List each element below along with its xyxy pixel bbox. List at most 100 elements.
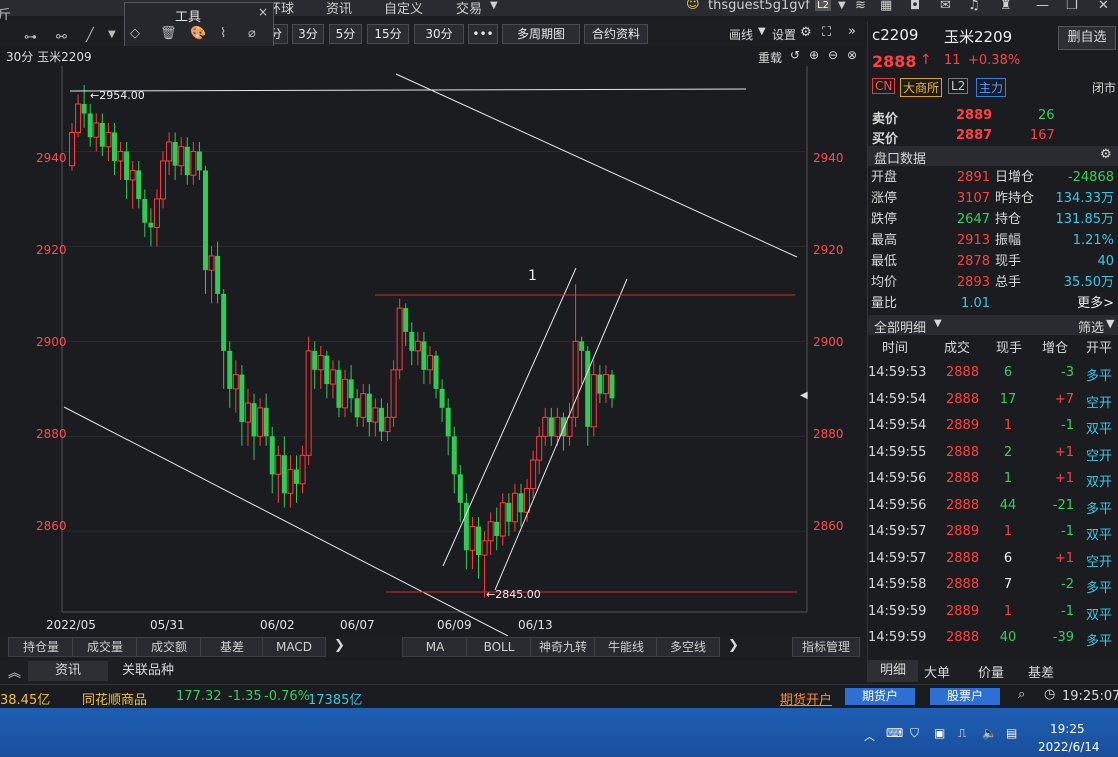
stock-account-button[interactable]: 股票户 <box>930 688 1000 705</box>
candle-body <box>476 526 482 556</box>
table-row[interactable]: 14:59:57 2888 6 +1 空开 <box>868 548 1118 572</box>
table-row[interactable]: 14:59:57 2889 1 -1 双平 <box>868 521 1118 545</box>
table-row[interactable]: 14:59:59 2888 40 -39 多平 <box>868 627 1118 651</box>
candle-body <box>117 150 124 162</box>
table-cell: 2888 <box>946 630 980 645</box>
tab-big-orders[interactable]: 大单 <box>924 662 950 681</box>
grid-icon[interactable]: ▦ <box>880 0 892 13</box>
more-link[interactable]: 更多> <box>1038 294 1114 314</box>
table-cell: 7 <box>1003 577 1013 592</box>
stat-label: 涨停 <box>871 191 898 206</box>
table-row[interactable]: 14:59:54 2888 17 +7 空开 <box>868 389 1118 413</box>
table-row[interactable]: 14:59:53 2888 6 -3 多平 <box>868 362 1118 386</box>
delete-favorite-button[interactable]: 删自选 <box>1058 26 1116 50</box>
show-hidden-icon[interactable]: ︿ <box>864 728 875 744</box>
tab-volume[interactable]: 成交量 <box>72 637 138 657</box>
indicator-manage-button[interactable]: 指标管理 <box>792 637 860 657</box>
candle-body <box>554 416 561 437</box>
y-tick-left: 2920 <box>36 243 67 257</box>
chevron-right-icon[interactable]: ❯ <box>334 638 345 653</box>
bell-icon[interactable]: ♫ <box>968 0 980 13</box>
high-price-label: ←2954.00 <box>90 89 145 102</box>
table-row[interactable]: 14:59:58 2888 7 -2 多平 <box>868 574 1118 598</box>
table-cell: 2888 <box>946 444 980 460</box>
detail-header: 全部明细 ▼ 筛选 ▼ <box>868 315 1118 336</box>
windows-taskbar: ︿ ⌨ ⛉ ▣ ⎍ 🔈 ▤ 19:25 2022/6/14 <box>0 708 1118 757</box>
table-cell: 6 <box>1003 550 1013 566</box>
lower-trend-line <box>63 406 509 636</box>
candle-body <box>585 350 591 427</box>
x-tick: 06/07 <box>340 618 375 632</box>
shield-icon[interactable]: ⛉ <box>910 726 919 741</box>
candle-body <box>215 255 221 294</box>
table-row[interactable]: 14:59:54 2889 1 -1 双平 <box>868 415 1118 439</box>
filter-icon[interactable]: ▼ <box>1106 317 1114 330</box>
stat-value: -24868 <box>1067 170 1114 185</box>
right-tabs: 明细 大单 价量 基差 <box>868 660 1118 682</box>
tab-bull-line[interactable]: 牛能线 <box>594 637 658 657</box>
close-icon[interactable]: ✕ <box>1098 0 1109 13</box>
mail-icon[interactable]: ✉ <box>940 0 951 13</box>
candle-body <box>221 293 227 351</box>
minimize-icon[interactable]: — <box>1036 0 1049 13</box>
table-cell: 6 <box>1003 365 1013 380</box>
tab-boll[interactable]: BOLL <box>466 637 532 657</box>
keyboard-icon[interactable]: ⌨ <box>886 726 903 740</box>
tab-detail[interactable]: 明细 <box>868 660 918 682</box>
chevron-right-icon[interactable]: ❯ <box>728 638 739 653</box>
futures-account-button[interactable]: 期货户 <box>845 688 915 705</box>
stat-label: 昨持仓 <box>995 191 1035 206</box>
cn-tag: CN <box>872 78 896 94</box>
candle-body <box>348 379 354 399</box>
detail-title[interactable]: 全部明细 <box>874 317 926 336</box>
tab-open-interest[interactable]: 持仓量 <box>8 637 74 657</box>
notification-icon[interactable]: ▤ <box>1006 726 1017 740</box>
network-icon[interactable]: ⎍ <box>958 726 966 741</box>
volume-icon[interactable]: 🔈 <box>982 726 997 740</box>
filter-label[interactable]: 筛选 <box>1078 317 1104 336</box>
tab-basis[interactable]: 基差 <box>200 637 264 657</box>
chevron-down-icon[interactable]: ▼ <box>934 318 942 329</box>
candle-body <box>372 407 379 423</box>
high-horizontal-line <box>69 88 747 92</box>
stat-label: 量比 <box>871 296 898 311</box>
tab-basis-right[interactable]: 基差 <box>1028 662 1054 681</box>
tab-price-volume[interactable]: 价量 <box>978 662 1004 681</box>
candle-body <box>548 417 554 437</box>
candle-body <box>153 198 160 228</box>
table-row[interactable]: 14:59:55 2888 2 +1 空开 <box>868 442 1118 466</box>
taskbar-date: 2022/6/14 <box>1038 740 1100 754</box>
tab-td9[interactable]: 神奇九转 <box>530 637 596 657</box>
candle-body <box>506 502 512 522</box>
table-cell: 2888 <box>946 550 980 566</box>
restore-icon[interactable]: ❐ <box>1066 0 1078 13</box>
status-time: 19:25:07 <box>1062 689 1118 704</box>
tab-macd[interactable]: MACD <box>262 637 326 657</box>
promo-link[interactable]: 期货开户 <box>780 689 832 708</box>
candle-body <box>342 378 349 409</box>
candle-body <box>190 150 197 176</box>
table-row[interactable]: 14:59:59 2889 1 -1 双平 <box>868 601 1118 625</box>
gear-icon[interactable]: ⚙ <box>1100 147 1112 162</box>
candle-body <box>251 403 257 437</box>
tab-turnover[interactable]: 成交额 <box>136 637 202 657</box>
candle-body <box>409 331 415 351</box>
bag-icon[interactable]: ◘ <box>910 0 920 13</box>
tab-news[interactable]: 资讯 <box>28 661 108 681</box>
annotation-label: 1 <box>528 268 537 284</box>
quote-panel: c2209 玉米2209 删自选 2888 ↑ 11 +0.38% CN 大商所… <box>867 22 1118 682</box>
candle-body <box>457 474 463 503</box>
table-row[interactable]: 14:59:56 2888 1 +1 双开 <box>868 468 1118 492</box>
tab-long-short[interactable]: 多空线 <box>656 637 720 657</box>
shirt-icon[interactable]: ♜ <box>1000 0 1012 13</box>
candle-body <box>426 355 433 371</box>
index-name[interactable]: 同花顺商品 <box>82 689 147 708</box>
search-icon[interactable]: ⌕ <box>1018 687 1025 702</box>
table-cell: -1 <box>1061 603 1074 619</box>
tab-ma[interactable]: MA <box>402 637 468 657</box>
candle-body <box>536 435 543 461</box>
tab-related[interactable]: 关联品种 <box>108 661 188 681</box>
photo-icon[interactable]: ▣ <box>934 726 945 740</box>
collapse-up-icon[interactable]: ︽ <box>8 662 21 681</box>
table-row[interactable]: 14:59:56 2888 44 -21 多平 <box>868 495 1118 519</box>
